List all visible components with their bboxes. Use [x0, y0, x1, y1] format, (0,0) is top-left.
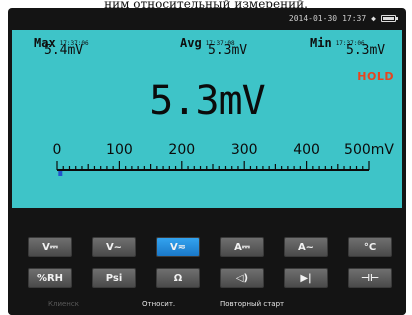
diode-button[interactable]: ▶|	[284, 268, 328, 288]
softkey-restart[interactable]: Повторный старт	[220, 300, 284, 308]
ac-dc-voltage-button[interactable]: V≂	[156, 237, 200, 257]
scale-label: 400	[293, 142, 320, 158]
dc-current-icon: A⎓	[234, 241, 250, 253]
capacitance-button[interactable]: ⊣⊢	[348, 268, 392, 288]
pressure-icon: Psi	[105, 272, 123, 284]
status-time: 17:37	[342, 13, 367, 23]
softkey-relative[interactable]: Относит.	[142, 300, 175, 308]
ac-current-button[interactable]: A~	[284, 237, 328, 257]
continuity-button[interactable]: ◁)	[220, 268, 264, 288]
softkey-bar: Клиенск Относит. Повторный старт	[8, 296, 406, 315]
humidity-icon: %RH	[36, 272, 64, 284]
ac-dc-voltage-icon: V≂	[169, 241, 187, 253]
ac-current-icon: A~	[297, 241, 315, 253]
analog-scale: 0 100 200 300 400 500mV	[53, 142, 394, 176]
scale-label: 100	[106, 142, 133, 158]
measurement-screen: Max 17:37:06 5.4mV Avg 17:37:08 5.3mV Min 1…	[12, 30, 402, 208]
dc-voltage-button[interactable]: V⎓	[28, 237, 72, 257]
status-bar: 2014-01-30 17:37 ◆	[8, 8, 406, 28]
dc-voltage-icon: V⎓	[42, 241, 58, 253]
temperature-icon: °C	[363, 241, 377, 253]
wifi-icon: ◆	[371, 13, 376, 23]
scale-label: 200	[168, 142, 195, 158]
pressure-button[interactable]: Psi	[92, 268, 136, 288]
softkey-client[interactable]: Клиенск	[48, 300, 79, 308]
resistance-button[interactable]: Ω	[156, 268, 200, 288]
status-date: 2014-01-30	[288, 13, 338, 23]
ac-voltage-icon: V~	[105, 241, 123, 253]
temperature-button[interactable]: °C	[348, 237, 392, 257]
battery-icon	[381, 14, 398, 22]
humidity-button[interactable]: %RH	[28, 268, 72, 288]
capacitance-icon: ⊣⊢	[360, 272, 380, 284]
ac-voltage-button[interactable]: V~	[92, 237, 136, 257]
scale-label: 500mV	[344, 142, 394, 158]
continuity-icon: ◁)	[235, 272, 249, 284]
resistance-icon: Ω	[173, 272, 183, 284]
diode-icon: ▶|	[300, 272, 312, 284]
scale-label: 0	[53, 142, 62, 158]
scale-pointer	[58, 171, 63, 176]
dc-current-button[interactable]: A⎓	[220, 237, 264, 257]
multimeter-device: 2014-01-30 17:37 ◆ Max 17:37:06 5.4mV Avg…	[8, 8, 406, 315]
scale-label: 300	[231, 142, 258, 158]
